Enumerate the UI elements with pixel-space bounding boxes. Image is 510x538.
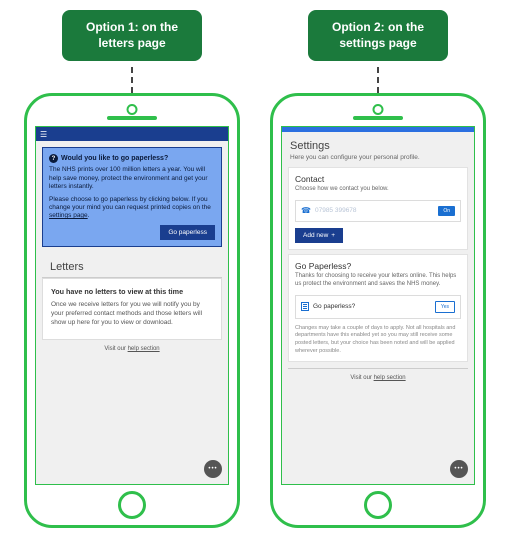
settings-subheading: Here you can configure your personal pro… [290, 154, 466, 161]
settings-page-link[interactable]: settings page [49, 212, 88, 219]
letters-empty-title: You have no letters to view at this time [51, 287, 213, 296]
speaker-slot [353, 116, 403, 120]
gp-title: Go Paperless? [295, 261, 461, 271]
contact-title: Contact [295, 174, 461, 184]
help-line: Visit our help section [36, 346, 228, 352]
gp-row: Go paperless? Yes [295, 295, 461, 319]
gp-toggle[interactable]: Yes [435, 301, 455, 313]
option-1-column: Option 1: on the letters page ☰ ? Would … [24, 10, 240, 528]
question-icon: ? [49, 154, 58, 163]
letters-heading: Letters [42, 253, 222, 278]
connector-line [131, 67, 133, 93]
option-2-column: Option 2: on the settings page Settings … [270, 10, 486, 528]
connector-line [377, 67, 379, 93]
add-new-button[interactable]: Add new + [295, 228, 343, 243]
contact-row: ☎ 07985 399678 On [295, 200, 461, 222]
contact-number: 07985 399678 [315, 207, 434, 214]
gp-sub: Thanks for choosing to receive your lett… [295, 273, 461, 289]
plus-icon: + [331, 232, 335, 239]
gp-note: Changes may take a couple of days to app… [295, 325, 461, 356]
chat-icon[interactable]: ••• [450, 460, 468, 478]
banner-title: Would you like to go paperless? [61, 155, 168, 162]
settings-heading: Settings [290, 140, 466, 152]
chat-icon[interactable]: ••• [204, 460, 222, 478]
banner-p2: Please choose to go paperless by clickin… [49, 196, 215, 221]
help-line: Visit our help section [282, 375, 474, 381]
banner-title-row: ? Would you like to go paperless? [49, 154, 215, 163]
banner-p1: The NHS prints over 100 million letters … [49, 166, 215, 191]
go-paperless-button[interactable]: Go paperless [160, 225, 215, 240]
option-1-badge: Option 1: on the letters page [62, 10, 202, 61]
screen-1: ☰ ? Would you like to go paperless? The … [35, 126, 229, 485]
add-new-label: Add new [303, 232, 328, 239]
home-button[interactable] [118, 491, 146, 519]
letters-empty-card: You have no letters to view at this time… [42, 278, 222, 341]
hamburger-icon[interactable]: ☰ [40, 130, 47, 139]
phone-mockup-2: Settings Here you can configure your per… [270, 93, 486, 528]
document-icon [301, 302, 309, 311]
speaker-slot [107, 116, 157, 120]
screen-2: Settings Here you can configure your per… [281, 126, 475, 485]
app-accent-bar [282, 127, 474, 132]
letters-empty-body: Once we receive letters for you we will … [51, 300, 213, 327]
paperless-banner: ? Would you like to go paperless? The NH… [42, 147, 222, 247]
contact-sub: Choose how we contact you below. [295, 186, 461, 194]
separator [288, 368, 468, 369]
home-button[interactable] [364, 491, 392, 519]
contact-toggle[interactable]: On [438, 206, 455, 216]
gp-row-label: Go paperless? [313, 303, 431, 310]
go-paperless-card: Go Paperless? Thanks for choosing to rec… [288, 254, 468, 362]
help-section-link[interactable]: help section [128, 346, 160, 352]
phone-mockup-1: ☰ ? Would you like to go paperless? The … [24, 93, 240, 528]
contact-card: Contact Choose how we contact you below.… [288, 167, 468, 250]
phone-icon: ☎ [301, 206, 311, 215]
help-section-link[interactable]: help section [374, 375, 406, 381]
app-top-bar: ☰ [36, 127, 228, 141]
option-2-badge: Option 2: on the settings page [308, 10, 448, 61]
